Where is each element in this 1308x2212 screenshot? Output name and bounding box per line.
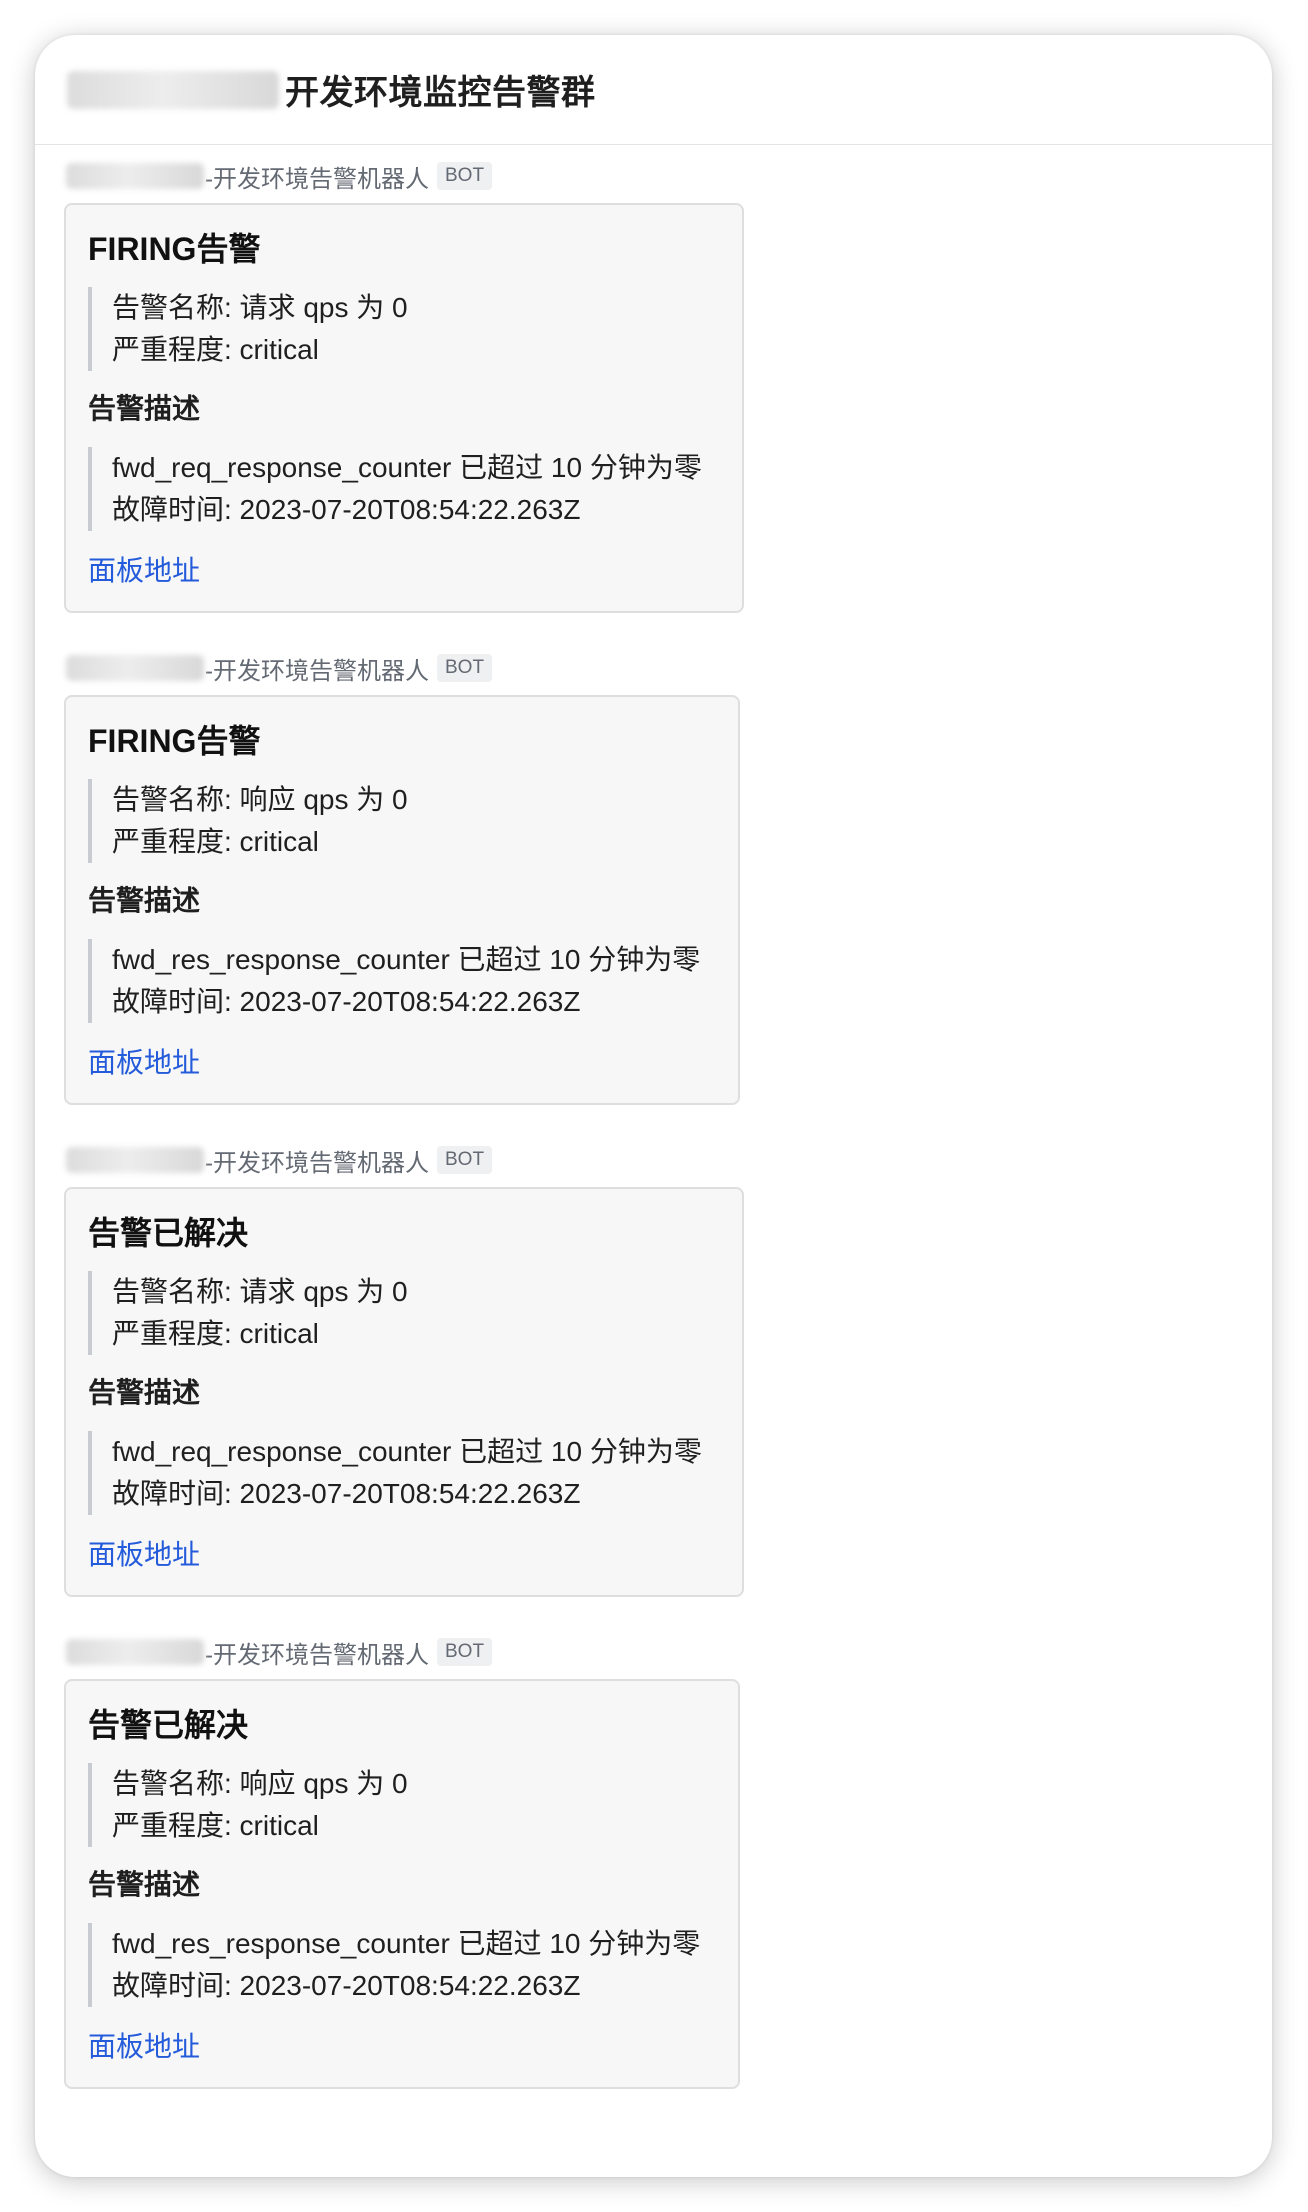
- redacted-sender-prefix: [66, 1639, 204, 1665]
- bot-badge: BOT: [437, 1638, 493, 1666]
- message: -开发环境告警机器人 BOT FIRING告警 告警名称: 响应 qps 为 0…: [64, 651, 1272, 1105]
- group-title: 开发环境监控告警群: [285, 74, 596, 112]
- alert-description: fwd_req_response_counter 已超过 10 分钟为零: [112, 1436, 702, 1467]
- message: -开发环境告警机器人 BOT 告警已解决 告警名称: 响应 qps 为 0 严重…: [64, 1635, 1272, 2089]
- alert-description: fwd_req_response_counter 已超过 10 分钟为零: [112, 452, 702, 483]
- alert-description: fwd_res_response_counter 已超过 10 分钟为零: [112, 944, 701, 975]
- alert-severity: 严重程度: critical: [112, 1318, 319, 1349]
- alert-description-quote: fwd_res_response_counter 已超过 10 分钟为零 故障时…: [88, 939, 716, 1023]
- chat-window: 开发环境监控告警群 -开发环境告警机器人 BOT FIRING告警 告警名称: …: [35, 35, 1272, 2177]
- sender-name[interactable]: -开发环境告警机器人: [205, 159, 429, 194]
- bot-badge: BOT: [437, 162, 493, 190]
- alert-name: 告警名称: 请求 qps 为 0: [112, 292, 408, 323]
- alert-fault-time: 故障时间: 2023-07-20T08:54:22.263Z: [112, 494, 581, 525]
- alert-card[interactable]: 告警已解决 告警名称: 响应 qps 为 0 严重程度: critical 告警…: [64, 1679, 740, 2089]
- alert-severity: 严重程度: critical: [112, 334, 319, 365]
- alert-summary-quote: 告警名称: 响应 qps 为 0 严重程度: critical: [88, 779, 716, 863]
- alert-name: 告警名称: 响应 qps 为 0: [112, 784, 408, 815]
- redacted-sender-prefix: [66, 1147, 204, 1173]
- alert-name: 告警名称: 请求 qps 为 0: [112, 1276, 408, 1307]
- alert-fault-time: 故障时间: 2023-07-20T08:54:22.263Z: [112, 1970, 581, 2001]
- alert-description-heading: 告警描述: [88, 1869, 201, 1900]
- message-sender: -开发环境告警机器人 BOT: [66, 1635, 1272, 1669]
- alert-card-title: 告警已解决: [88, 1707, 249, 1743]
- alert-summary-quote: 告警名称: 响应 qps 为 0 严重程度: critical: [88, 1763, 716, 1847]
- alert-description-quote: fwd_req_response_counter 已超过 10 分钟为零 故障时…: [88, 1431, 720, 1515]
- alert-card-title: 告警已解决: [88, 1215, 249, 1251]
- alert-card[interactable]: FIRING告警 告警名称: 请求 qps 为 0 严重程度: critical…: [64, 203, 744, 613]
- redacted-sender-prefix: [66, 163, 204, 189]
- message-sender: -开发环境告警机器人 BOT: [66, 651, 1272, 685]
- alert-card-title: FIRING告警: [88, 231, 261, 267]
- alert-description-quote: fwd_res_response_counter 已超过 10 分钟为零 故障时…: [88, 1923, 716, 2007]
- message-sender: -开发环境告警机器人 BOT: [66, 159, 1272, 193]
- alert-severity: 严重程度: critical: [112, 1810, 319, 1841]
- alert-description-heading: 告警描述: [88, 885, 201, 916]
- alert-fault-time: 故障时间: 2023-07-20T08:54:22.263Z: [112, 1478, 581, 1509]
- bot-badge: BOT: [437, 1146, 493, 1174]
- alert-summary-quote: 告警名称: 请求 qps 为 0 严重程度: critical: [88, 1271, 720, 1355]
- alert-description: fwd_res_response_counter 已超过 10 分钟为零: [112, 1928, 701, 1959]
- chat-header: 开发环境监控告警群: [35, 35, 1272, 145]
- alert-name: 告警名称: 响应 qps 为 0: [112, 1768, 408, 1799]
- message-feed[interactable]: -开发环境告警机器人 BOT FIRING告警 告警名称: 请求 qps 为 0…: [35, 145, 1272, 2089]
- alert-description-heading: 告警描述: [88, 1377, 201, 1408]
- redacted-group-prefix: [67, 70, 279, 109]
- dashboard-link[interactable]: 面板地址: [88, 1043, 200, 1083]
- alert-severity: 严重程度: critical: [112, 826, 319, 857]
- sender-name[interactable]: -开发环境告警机器人: [205, 1143, 429, 1178]
- message: -开发环境告警机器人 BOT FIRING告警 告警名称: 请求 qps 为 0…: [64, 159, 1272, 613]
- sender-name[interactable]: -开发环境告警机器人: [205, 1635, 429, 1670]
- dashboard-link[interactable]: 面板地址: [88, 2027, 200, 2067]
- sender-name[interactable]: -开发环境告警机器人: [205, 651, 429, 686]
- redacted-sender-prefix: [66, 655, 204, 681]
- alert-summary-quote: 告警名称: 请求 qps 为 0 严重程度: critical: [88, 287, 720, 371]
- bot-badge: BOT: [437, 654, 493, 682]
- alert-fault-time: 故障时间: 2023-07-20T08:54:22.263Z: [112, 986, 581, 1017]
- alert-card[interactable]: FIRING告警 告警名称: 响应 qps 为 0 严重程度: critical…: [64, 695, 740, 1105]
- alert-description-heading: 告警描述: [88, 393, 201, 424]
- message: -开发环境告警机器人 BOT 告警已解决 告警名称: 请求 qps 为 0 严重…: [64, 1143, 1272, 1597]
- alert-card-title: FIRING告警: [88, 723, 261, 759]
- alert-description-quote: fwd_req_response_counter 已超过 10 分钟为零 故障时…: [88, 447, 720, 531]
- dashboard-link[interactable]: 面板地址: [88, 551, 200, 591]
- dashboard-link[interactable]: 面板地址: [88, 1535, 200, 1575]
- alert-card[interactable]: 告警已解决 告警名称: 请求 qps 为 0 严重程度: critical 告警…: [64, 1187, 744, 1597]
- message-sender: -开发环境告警机器人 BOT: [66, 1143, 1272, 1177]
